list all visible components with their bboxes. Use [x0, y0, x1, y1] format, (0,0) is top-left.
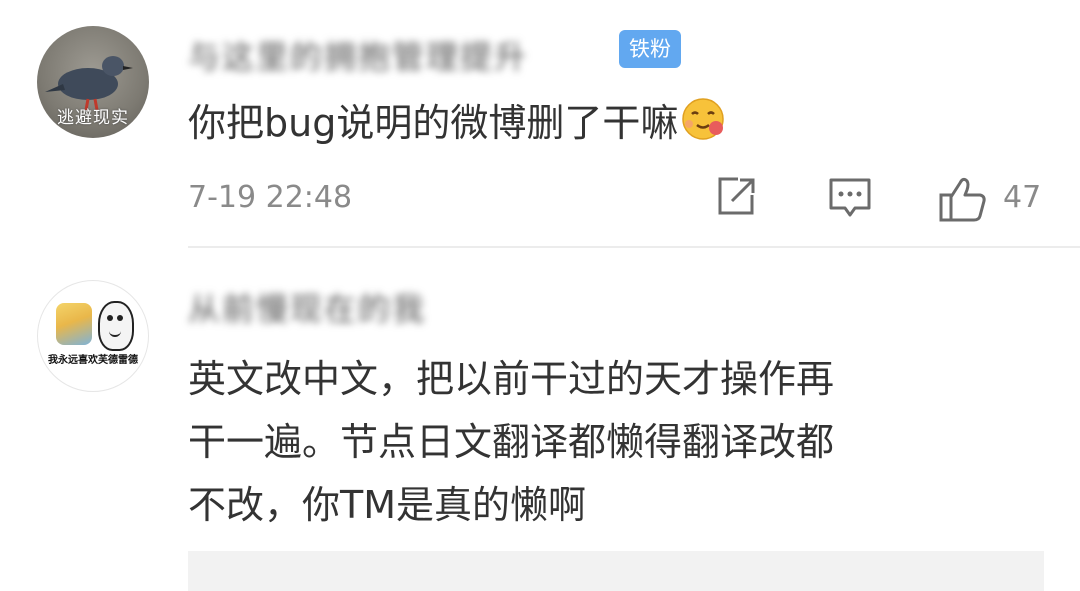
reply-icon: [829, 178, 871, 217]
comment-text-line: 干一遍。节点日文翻译都懒得翻译改都: [188, 420, 835, 464]
comment-text-line: 英文改中文，把以前干过的天才操作再: [188, 357, 835, 401]
avatar-caption: 逃避现实: [57, 108, 129, 128]
share-icon: [718, 177, 755, 215]
fan-badge: 铁粉: [619, 30, 681, 68]
share-button[interactable]: [714, 175, 758, 223]
comment-text: 英文改中文，把以前干过的天才操作再 干一遍。节点日文翻译都懒得翻译改都 不改，你…: [188, 348, 834, 537]
comment-item: 我永远喜欢芙德雷德 从前慢现在的我 英文改中文，把以前干过的天才操作再 干一遍。…: [0, 250, 1080, 591]
thumbs-up-icon: [939, 177, 986, 222]
reply-button[interactable]: [828, 175, 872, 225]
reply-preview-box[interactable]: [188, 551, 1044, 591]
username[interactable]: 从前慢现在的我: [188, 284, 426, 330]
comment-item: 逃避现实 与这里的拥抱管理提升 铁粉 你把bug说明的微博删了干嘛 7-19 2…: [0, 0, 1080, 248]
divider: [188, 246, 1080, 248]
like-button[interactable]: [938, 175, 988, 227]
comment-text: 你把bug说明的微博删了干嘛: [188, 96, 726, 155]
avatar[interactable]: 逃避现实: [37, 26, 149, 138]
meme-face-sticker: [98, 301, 134, 351]
anime-girl-sticker: [56, 303, 92, 345]
like-count: 47: [1003, 180, 1042, 215]
username[interactable]: 与这里的拥抱管理提升: [188, 32, 528, 78]
comment-text-line: 不改，你TM是真的懒啊: [188, 483, 586, 527]
avatar[interactable]: 我永远喜欢芙德雷德: [37, 280, 149, 392]
emoji-icon: [680, 96, 726, 155]
avatar-caption: 我永远喜欢芙德雷德: [48, 355, 138, 366]
comment-text-content: 你把bug说明的微博删了干嘛: [188, 101, 679, 145]
timestamp: 7-19 22:48: [188, 180, 353, 215]
